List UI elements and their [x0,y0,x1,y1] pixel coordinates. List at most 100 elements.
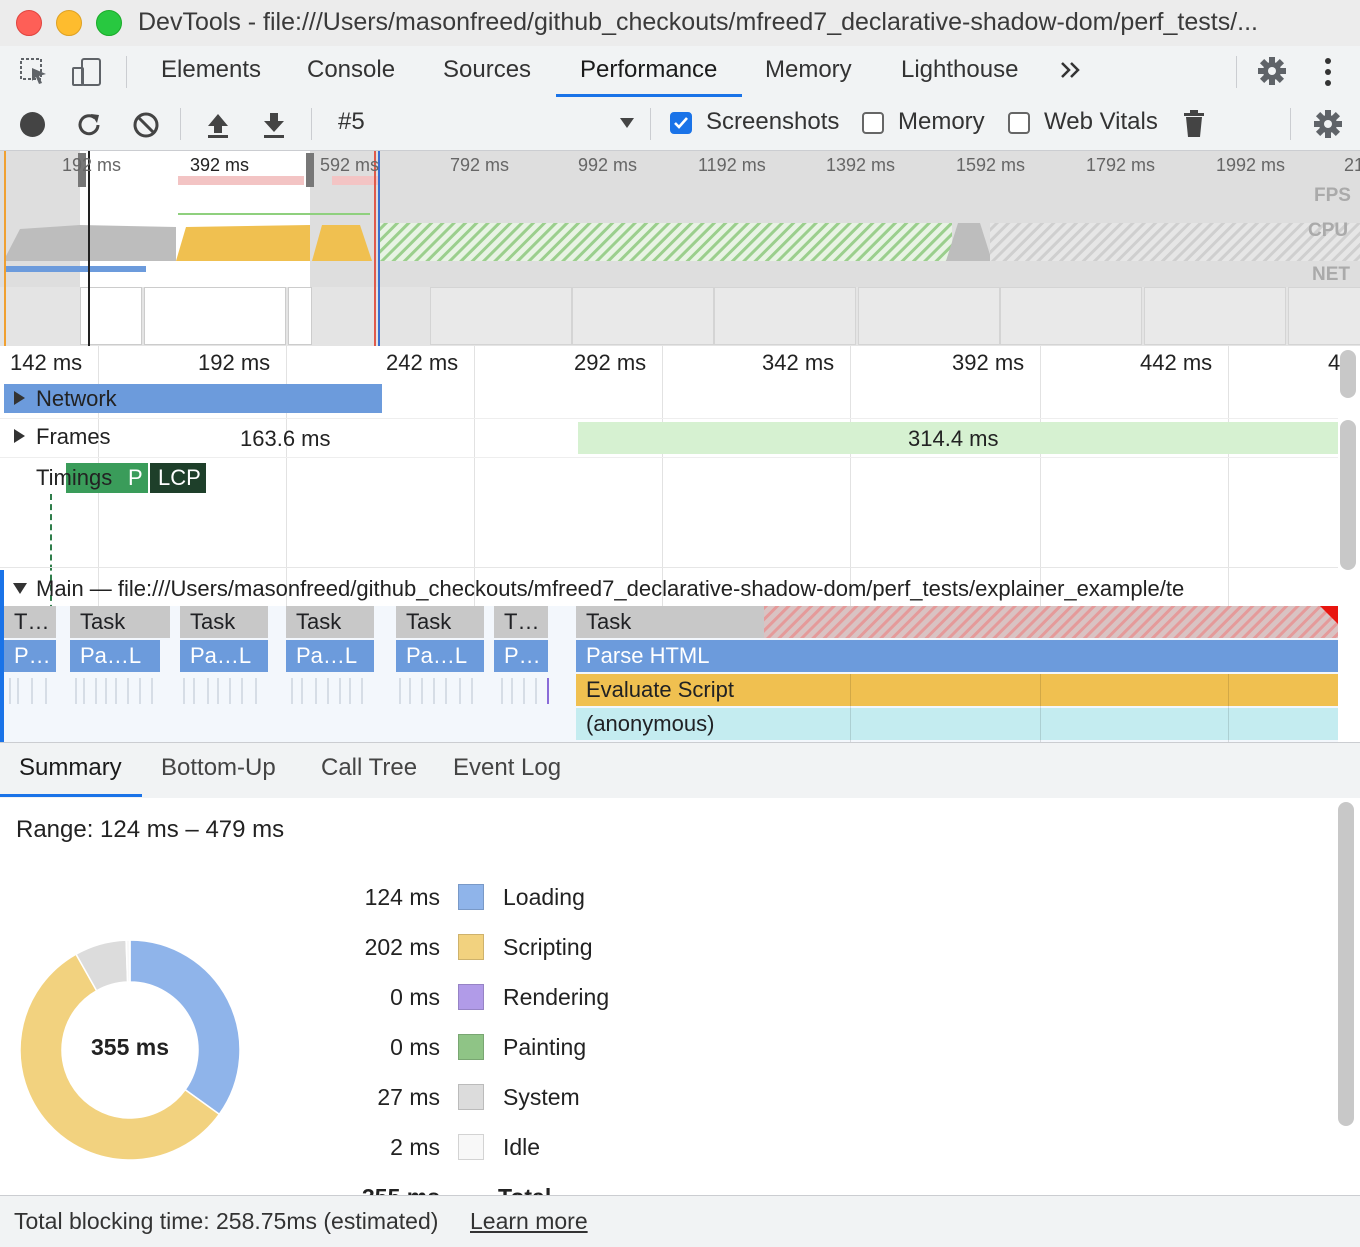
recording-select[interactable]: #5 [338,108,365,136]
ruler-tick: 292 ms [574,350,647,375]
toolbar-divider [650,108,651,140]
fps-label: FPS [1314,185,1351,206]
memory-checkbox[interactable] [862,112,884,134]
active-tab-indicator [0,794,142,797]
learn-more-link[interactable]: Learn more [470,1208,588,1235]
flamechart-scrollbar-thumb[interactable] [1340,420,1356,570]
chevron-double-right-icon[interactable] [1058,56,1084,84]
tab-console[interactable]: Console [307,46,395,98]
capture-settings-gear-icon[interactable] [1312,108,1344,140]
main-track-label[interactable]: Main — file:///Users/masonfreed/github_c… [36,576,1338,602]
screenshots-label[interactable]: Screenshots [706,108,839,136]
web-vitals-label[interactable]: Web Vitals [1044,108,1158,136]
task-bar[interactable]: Task [286,606,374,638]
parse-bar[interactable]: Pa…L [396,640,484,672]
frames-track-label[interactable]: Frames [36,424,111,450]
parse-html-bar[interactable]: Parse HTML [576,640,1338,672]
task-bar[interactable]: T… [4,606,56,638]
overview-tick: 1792 ms [1086,155,1156,175]
reload-record-icon[interactable] [74,110,104,140]
overview-tick: 392 ms [190,155,250,175]
screenshot-thumbnail [1144,287,1286,345]
marker-line [374,151,376,346]
overview-tick: 1392 ms [826,155,896,175]
legend-name-idle: Idle [503,1134,541,1160]
summary-total-center: 355 ms [90,1034,169,1060]
web-vitals-checkbox[interactable] [1008,112,1030,134]
track-divider [0,457,1338,458]
gridline [1228,674,1229,742]
legend-swatch-painting [458,1034,484,1060]
parse-bar[interactable]: Pa…L [286,640,374,672]
toolbar-divider [126,56,127,88]
evaluate-script-bar[interactable]: Evaluate Script [576,674,1338,706]
more-options-icon[interactable] [1318,56,1338,88]
screenshots-checkbox[interactable] [670,112,692,134]
toolbar-divider [1290,108,1291,140]
legend-swatch-rendering [458,984,484,1010]
fps-dropped-bar [332,176,378,185]
tab-elements[interactable]: Elements [161,46,261,98]
inspect-element-icon[interactable] [18,56,50,88]
legend-value-total: 355 ms [310,1184,440,1195]
marker-line [4,151,6,346]
minimize-window-button[interactable] [56,10,82,36]
parse-bar[interactable]: P… [4,640,56,672]
expand-triangle-icon[interactable] [12,390,26,406]
load-profile-icon[interactable] [204,110,232,140]
legend-value-scripting: 202 ms [364,934,440,960]
trash-icon[interactable] [1182,109,1206,139]
selection-handle-right[interactable] [306,153,314,187]
tab-performance[interactable]: Performance [580,46,717,98]
dropdown-arrow-icon[interactable] [618,116,636,130]
save-profile-icon[interactable] [260,110,288,140]
parse-bar[interactable]: P… [494,640,548,672]
expand-triangle-icon[interactable] [12,428,26,444]
tab-memory[interactable]: Memory [765,46,852,98]
tab-bottom-up[interactable]: Bottom-Up [161,754,276,782]
collapse-triangle-icon[interactable] [12,581,28,595]
task-bar[interactable]: Task [70,606,170,638]
tab-sources[interactable]: Sources [443,46,531,98]
overview-tick: 1192 ms [698,155,766,175]
legend-value-painting: 0 ms [390,1034,440,1060]
timeline-scrollbar-thumb[interactable] [1340,350,1356,398]
gridline [850,674,851,742]
lcp-label: LCP [158,465,201,490]
overview-tick: 21 [1344,155,1360,175]
task-bar[interactable]: Task [180,606,268,638]
cpu-chart [6,223,1360,261]
summary-range: Range: 124 ms – 479 ms [16,816,285,843]
record-button[interactable] [20,112,45,137]
anonymous-function-bar[interactable]: (anonymous) [576,708,1338,740]
net-label: NET [1312,264,1350,285]
marker-line [88,151,90,346]
tab-lighthouse[interactable]: Lighthouse [901,46,1018,98]
active-tab-indicator [556,94,742,97]
track-divider [0,567,1338,568]
timeline-overview[interactable]: 192 ms 392 ms 592 ms 792 ms 992 ms 1192 … [0,151,1360,346]
task-bar[interactable]: Task [396,606,484,638]
clear-icon[interactable] [131,110,161,140]
tab-call-tree[interactable]: Call Tree [321,754,417,782]
device-toolbar-icon[interactable] [70,56,104,88]
ruler-tick: 142 ms [10,350,83,375]
zoom-window-button[interactable] [96,10,122,36]
task-bar[interactable]: T… [494,606,548,638]
fcp-label: P [128,465,143,490]
tab-summary[interactable]: Summary [19,754,122,782]
network-track-label[interactable]: Network [36,386,117,412]
ruler-tick: 192 ms [198,350,271,375]
memory-label[interactable]: Memory [898,108,985,136]
toolbar-divider [180,108,181,140]
parse-bar[interactable]: Pa…L [70,640,160,672]
tab-event-log[interactable]: Event Log [453,754,561,782]
summary-scrollbar-thumb[interactable] [1338,802,1354,1126]
close-window-button[interactable] [16,10,42,36]
small-event-ticks [9,678,549,704]
frame-duration: 314.4 ms [908,426,999,451]
settings-gear-icon[interactable] [1256,55,1288,87]
ruler-tick: 442 ms [1140,350,1213,375]
donut-slice-loading [129,939,241,1116]
parse-bar[interactable]: Pa…L [180,640,268,672]
